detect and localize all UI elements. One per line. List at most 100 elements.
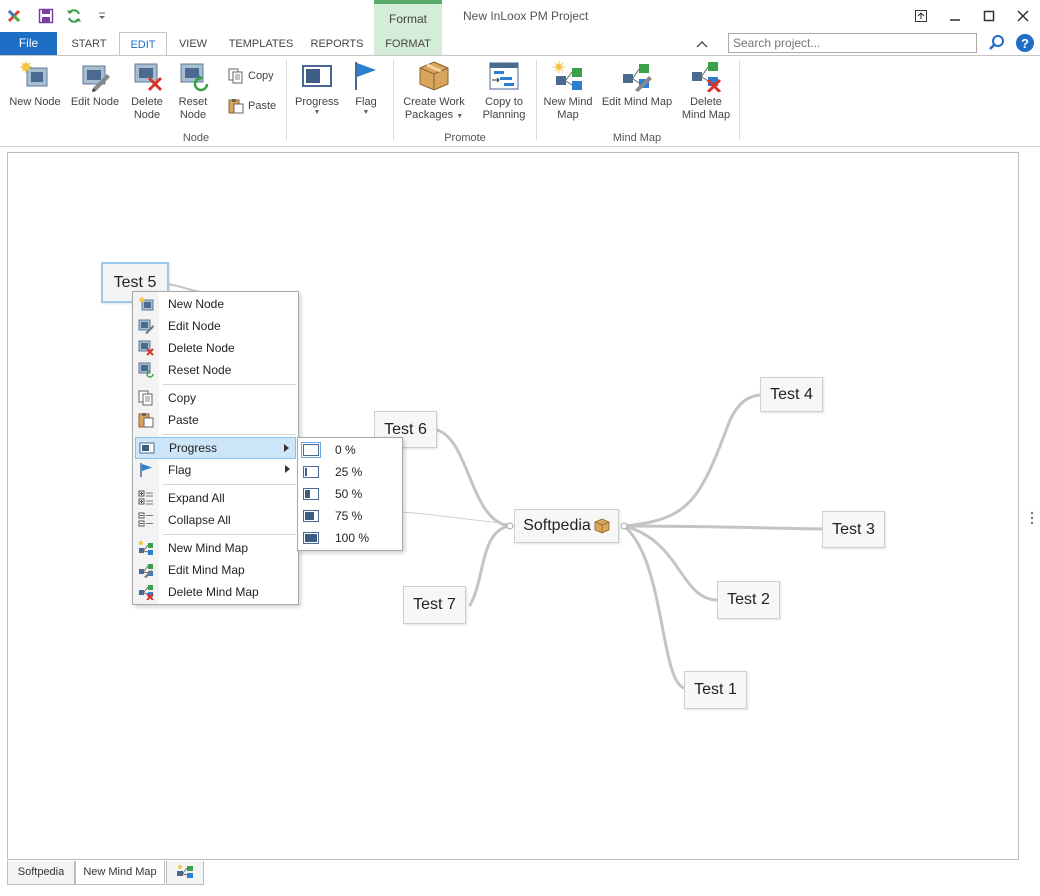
copy-icon	[228, 68, 243, 84]
search-project-input[interactable]	[728, 33, 977, 53]
ribbon: New Node Edit Node Delete Node Reset Nod…	[0, 55, 1040, 147]
delete-mind-map-icon	[692, 62, 722, 92]
menu-label-flag: Flag	[168, 463, 192, 477]
tab-view[interactable]: VIEW	[170, 32, 216, 56]
menu-label-delete-node: Delete Node	[168, 341, 235, 355]
copy-planning-label-1: Copy to	[485, 96, 523, 108]
submenu-arrow-icon	[285, 465, 290, 473]
flag-icon	[140, 463, 152, 477]
progress-option-50[interactable]: 50 %	[300, 483, 400, 505]
edit-mind-map-icon	[139, 564, 153, 578]
new-node-icon	[20, 61, 48, 87]
progress-option-100[interactable]: 100 %	[300, 527, 400, 549]
minimize-icon[interactable]	[938, 0, 972, 32]
maximize-icon[interactable]	[972, 0, 1006, 32]
menu-item-edit-mind-map[interactable]: Edit Mind Map	[135, 559, 296, 581]
delete-mind-map-icon	[139, 585, 154, 600]
menu-item-edit-node[interactable]: Edit Node	[135, 315, 296, 337]
edit-node-button[interactable]: Edit Node	[68, 60, 122, 109]
collapse-ribbon-icon[interactable]	[694, 36, 710, 52]
mind-map-root-node[interactable]: Softpedia	[514, 509, 619, 543]
new-node-icon	[139, 297, 154, 311]
search-icon[interactable]	[987, 33, 1007, 53]
new-node-button[interactable]: New Node	[6, 60, 64, 109]
node-context-menu: New Node Edit Node Delete Node Reset Nod…	[132, 291, 299, 605]
tab-file[interactable]: File	[0, 32, 57, 56]
menu-label-copy: Copy	[168, 391, 197, 405]
mind-map-node-test1[interactable]: Test 1	[684, 671, 747, 709]
menu-item-paste[interactable]: Paste	[135, 409, 296, 431]
new-mind-map-button[interactable]: New Mind Map	[542, 60, 594, 122]
edit-mind-map-label: Edit Mind Map	[601, 96, 673, 108]
menu-label-progress: Progress	[169, 441, 218, 455]
progress-100-icon	[303, 532, 319, 544]
menu-label-edit-mind-map: Edit Mind Map	[168, 563, 245, 577]
menu-separator	[163, 484, 296, 485]
document-tabs: Softpedia New Mind Map	[0, 860, 1040, 896]
window-controls	[904, 0, 1040, 32]
resize-grip-icon[interactable]	[1030, 510, 1034, 526]
doc-tab-new-mind-map[interactable]: New Mind Map	[75, 861, 165, 885]
collapse-all-icon	[138, 512, 153, 527]
progress-button[interactable]: Progress ▼	[292, 60, 342, 117]
menu-label-new-mind-map: New Mind Map	[168, 541, 249, 555]
tab-templates[interactable]: TEMPLATES	[222, 32, 300, 56]
close-icon[interactable]	[1006, 0, 1040, 32]
mind-map-node-test2[interactable]: Test 2	[717, 581, 780, 619]
menu-separator	[163, 434, 296, 435]
mind-map-node-test4[interactable]: Test 4	[760, 377, 823, 412]
new-mind-map-icon	[139, 541, 153, 555]
doc-tab-softpedia[interactable]: Softpedia	[7, 861, 75, 885]
mind-map-node-test3[interactable]: Test 3	[822, 511, 885, 548]
menu-item-new-node[interactable]: New Node	[135, 293, 296, 315]
progress-option-0[interactable]: 0 %	[300, 439, 400, 461]
restore-ribbon-icon[interactable]	[904, 0, 938, 32]
add-mind-map-tab[interactable]	[166, 861, 204, 885]
mind-map-group-label: Mind Map	[612, 132, 662, 144]
flag-button[interactable]: Flag ▼	[346, 60, 386, 117]
tab-reports[interactable]: REPORTS	[304, 32, 370, 56]
new-node-label: New Node	[9, 96, 61, 108]
progress-fill	[305, 490, 310, 498]
mind-map-node-test7[interactable]: Test 7	[403, 586, 466, 624]
menu-label-edit-node: Edit Node	[168, 319, 221, 333]
menu-item-flag[interactable]: Flag	[135, 459, 296, 481]
menu-item-copy[interactable]: Copy	[135, 387, 296, 409]
menu-item-reset-node[interactable]: Reset Node	[135, 359, 296, 381]
edit-mind-map-button[interactable]: Edit Mind Map	[600, 60, 674, 109]
menu-item-collapse-all[interactable]: Collapse All	[135, 509, 296, 531]
menu-item-progress[interactable]: Progress	[135, 437, 296, 459]
delete-node-icon	[138, 340, 154, 356]
progress-option-75[interactable]: 75 %	[300, 505, 400, 527]
app-logo-icon[interactable]	[0, 2, 28, 30]
ribbon-separator	[393, 60, 394, 140]
menu-item-delete-node[interactable]: Delete Node	[135, 337, 296, 359]
menu-label-expand-all: Expand All	[168, 491, 225, 505]
dropdown-arrow-icon: ▼	[456, 113, 464, 120]
progress-option-25[interactable]: 25 %	[300, 461, 400, 483]
create-work-label-1: Create Work	[403, 96, 465, 108]
tab-start[interactable]: START	[62, 32, 116, 56]
menu-item-new-mind-map[interactable]: New Mind Map	[135, 537, 296, 559]
menu-item-delete-mind-map[interactable]: Delete Mind Map	[135, 581, 296, 603]
progress-option-label: 50 %	[335, 487, 363, 501]
refresh-icon[interactable]	[60, 2, 88, 30]
dropdown-arrow-icon: ▼	[313, 109, 321, 116]
copy-button[interactable]: Copy	[228, 68, 274, 84]
save-icon[interactable]	[32, 2, 60, 30]
tab-format[interactable]: FORMAT	[374, 32, 442, 56]
reset-node-button[interactable]: Reset Node	[172, 60, 214, 122]
copy-to-planning-button[interactable]: Copy to Planning	[478, 60, 530, 122]
menu-label-collapse-all: Collapse All	[168, 513, 231, 527]
tab-edit[interactable]: EDIT	[119, 32, 167, 57]
progress-label: Progress	[294, 96, 340, 108]
delete-mind-map-button[interactable]: Delete Mind Map	[680, 60, 732, 122]
progress-50-icon	[303, 488, 319, 500]
paste-button[interactable]: Paste	[228, 98, 276, 114]
create-work-packages-button[interactable]: Create Work Packages ▼	[400, 60, 468, 122]
menu-item-expand-all[interactable]: Expand All	[135, 487, 296, 509]
help-icon[interactable]: ?	[1015, 33, 1035, 53]
edit-node-icon	[82, 65, 110, 92]
customize-qat-icon[interactable]	[88, 2, 116, 30]
delete-node-button[interactable]: Delete Node	[126, 60, 168, 122]
